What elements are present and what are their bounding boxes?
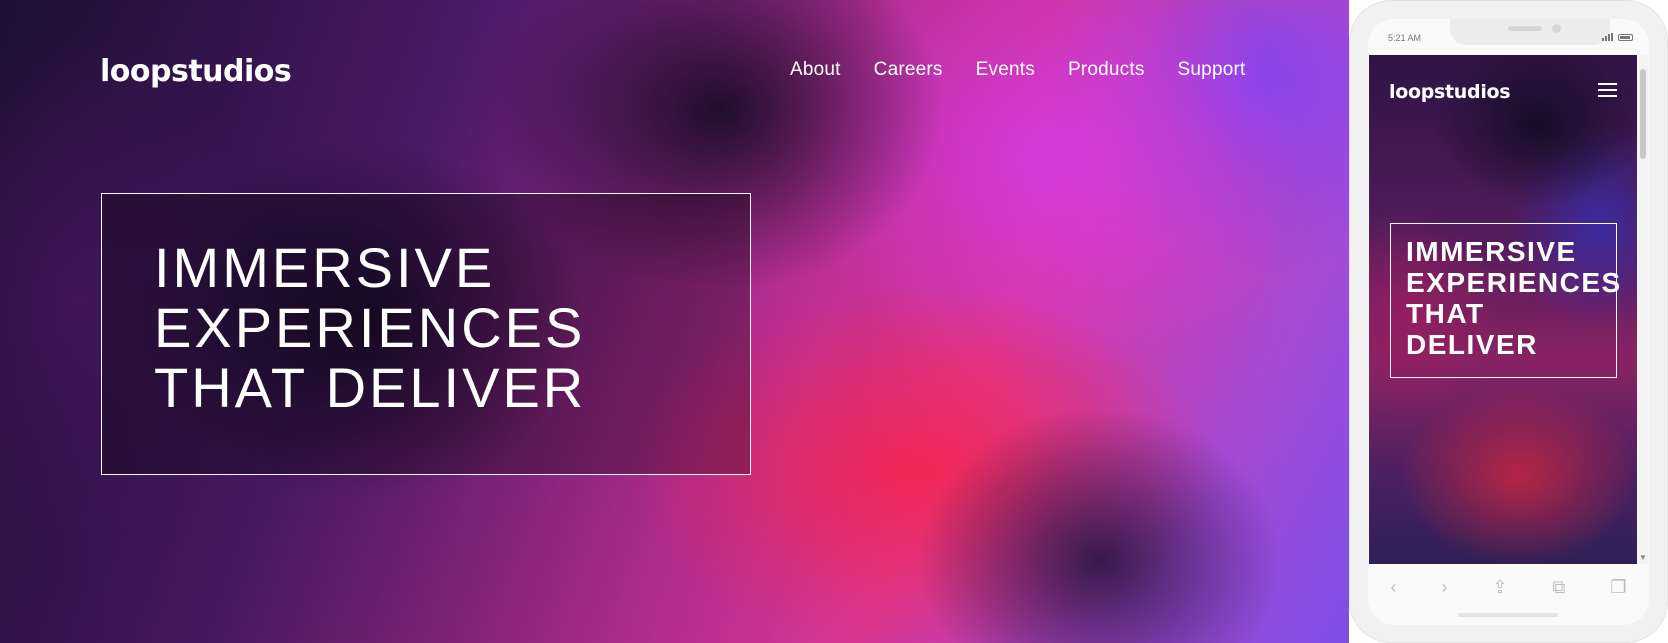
nav-link-careers[interactable]: Careers [874,59,943,81]
mobile-hero-title-box: IMMERSIVE EXPERIENCES THAT DELIVER [1390,223,1622,378]
phone-mockup: 5:21 AM loopstudios IMMERSIVE EXPERIENCE… [1349,0,1668,643]
tabs-icon[interactable]: ❐ [1610,578,1626,596]
bookmarks-icon[interactable]: ⧉ [1552,578,1565,596]
mobile-scrollbar[interactable]: ▼ [1638,55,1648,564]
hero-title-box: IMMERSIVE EXPERIENCES THAT DELIVER [101,193,751,475]
mobile-hero-title: IMMERSIVE EXPERIENCES THAT DELIVER [1406,236,1622,360]
nav-link-products[interactable]: Products [1068,59,1145,81]
browser-toolbar: ‹ › ⇪ ⧉ ❐ [1368,567,1649,607]
scrollbar-thumb[interactable] [1640,69,1646,159]
scroll-down-arrow-icon[interactable]: ▼ [1639,553,1647,562]
forward-arrow-icon[interactable]: › [1441,578,1447,596]
back-arrow-icon[interactable]: ‹ [1390,578,1396,596]
site-logo[interactable]: loopstudios [100,54,292,89]
nav-link-events[interactable]: Events [976,59,1035,81]
phone-screen: 5:21 AM loopstudios IMMERSIVE EXPERIENCE… [1368,19,1649,625]
share-icon[interactable]: ⇪ [1492,578,1507,596]
hero-title: IMMERSIVE EXPERIENCES THAT DELIVER [154,236,587,419]
main-nav: About Careers Events Products Support [790,59,1245,81]
battery-icon [1618,34,1633,41]
nav-link-about[interactable]: About [790,59,841,81]
desktop-hero: loopstudios About Careers Events Product… [0,0,1349,643]
speaker-icon [1508,26,1542,31]
signal-icon [1602,33,1613,41]
status-icons [1602,33,1633,41]
mobile-hero: loopstudios IMMERSIVE EXPERIENCES THAT D… [1369,55,1637,564]
status-time: 5:21 AM [1388,33,1422,43]
home-indicator[interactable] [1458,613,1558,617]
camera-icon [1552,24,1561,33]
nav-link-support[interactable]: Support [1178,59,1246,81]
hamburger-menu-icon[interactable] [1598,83,1617,97]
phone-notch [1450,19,1610,45]
mobile-site-logo[interactable]: loopstudios [1389,81,1511,103]
